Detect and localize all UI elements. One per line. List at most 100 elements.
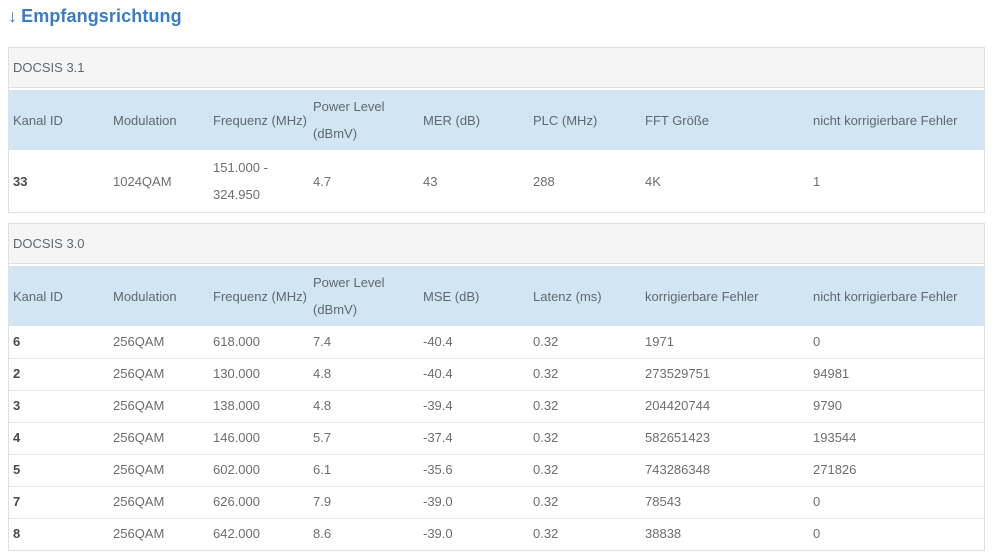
- cell: -40.4: [423, 333, 453, 349]
- cell: -35.6: [423, 462, 453, 477]
- column-header-frequenz: Frequenz (MHz): [209, 90, 309, 150]
- column-header-power-level: Power Level (dBmV): [309, 266, 419, 326]
- cell: 7.4: [313, 333, 332, 349]
- table-header-row: Kanal ID Modulation Frequenz (MHz) Power…: [9, 90, 984, 150]
- cell: 1024QAM: [113, 173, 172, 189]
- docsis31-section: DOCSIS 3.1 Kanal ID Modulation Frequenz …: [8, 47, 985, 213]
- cell: 78543: [645, 494, 682, 509]
- cell: 0: [813, 333, 821, 349]
- column-header-latenz: Latenz (ms): [529, 266, 641, 326]
- cell: 256QAM: [113, 526, 165, 542]
- table-row: 7 256QAM 626.000 7.9 -39.0 0.32 78543 0: [9, 486, 984, 518]
- cell: 271826: [813, 462, 857, 477]
- cell: 256QAM: [113, 494, 165, 509]
- table-row: 5 256QAM 602.000 6.1 -35.6 0.32 743286348 27182…: [9, 454, 984, 486]
- cell: 130.000: [213, 366, 260, 381]
- cell: 602.000: [213, 462, 260, 477]
- cell: 256QAM: [113, 333, 165, 349]
- page-title-label: Empfangsrichtung: [21, 6, 182, 26]
- cell: 0.32: [533, 462, 559, 477]
- cell: 0.32: [533, 526, 559, 542]
- section-header-label: DOCSIS 3.0: [13, 236, 85, 251]
- cell: 6.1: [313, 462, 332, 477]
- cell-kanal-id: 33: [13, 173, 28, 189]
- cell: -39.0: [423, 526, 453, 542]
- cell: 193544: [813, 430, 857, 445]
- table-header-row: Kanal ID Modulation Frequenz (MHz) Power…: [9, 266, 984, 326]
- table-row: 4 256QAM 146.000 5.7 -37.4 0.32 582651423 19354…: [9, 422, 984, 454]
- cell: 43: [423, 173, 438, 189]
- cell: 146.000: [213, 430, 260, 445]
- cell: 151.000 - 324.950: [213, 160, 268, 202]
- cell: 4K: [645, 173, 661, 189]
- column-header-modulation: Modulation: [109, 266, 209, 326]
- docsis31-table: Kanal ID Modulation Frequenz (MHz) Power…: [9, 90, 984, 212]
- section-header-docsis31: DOCSIS 3.1: [9, 48, 984, 88]
- cell: 626.000: [213, 494, 260, 509]
- cell: 9790: [813, 398, 842, 413]
- cell: 618.000: [213, 333, 260, 349]
- table-row: 3 256QAM 138.000 4.8 -39.4 0.32 204420744 9790: [9, 390, 984, 422]
- cell: 4.7: [313, 173, 332, 189]
- table-row: 33 1024QAM 151.000 - 324.950 4.7 43 288 4K 1: [9, 150, 984, 212]
- cell: 8.6: [313, 526, 332, 542]
- column-header-fft-groesse: FFT Größe: [641, 90, 809, 150]
- cell-kanal-id: 3: [13, 398, 21, 413]
- cell: 38838: [645, 526, 682, 542]
- cell: 0.32: [533, 430, 559, 445]
- column-header-mer: MER (dB): [419, 90, 529, 150]
- cell-kanal-id: 8: [13, 526, 21, 542]
- cell: 204420744: [645, 398, 711, 413]
- cell: 4.8: [313, 398, 332, 413]
- cell: 138.000: [213, 398, 260, 413]
- column-header-korrigierbare-fehler: korrigierbare Fehler: [641, 266, 809, 326]
- down-arrow-icon: ↓: [8, 6, 18, 26]
- column-header-plc: PLC (MHz): [529, 90, 641, 150]
- cell: 7.9: [313, 494, 332, 509]
- section-header-label: DOCSIS 3.1: [13, 60, 85, 75]
- cell: 94981: [813, 366, 850, 381]
- docsis30-table: Kanal ID Modulation Frequenz (MHz) Power…: [9, 266, 984, 550]
- cell-kanal-id: 2: [13, 366, 21, 381]
- cell: 256QAM: [113, 430, 165, 445]
- cell: 256QAM: [113, 366, 165, 381]
- cell: 0: [813, 494, 821, 509]
- docsis30-section: DOCSIS 3.0 Kanal ID Modulation Frequenz …: [8, 223, 985, 551]
- cell: 0.32: [533, 398, 559, 413]
- cell: 5.7: [313, 430, 332, 445]
- cell-kanal-id: 7: [13, 494, 21, 509]
- table-row: 6 256QAM 618.000 7.4 -40.4 0.32 1971 0: [9, 326, 984, 358]
- empfangsrichtung-heading[interactable]: ↓ Empfangsrichtung: [8, 7, 991, 25]
- column-header-kanal-id: Kanal ID: [9, 90, 109, 150]
- cell: 1: [813, 173, 821, 189]
- cell: 0: [813, 526, 821, 542]
- cell: 256QAM: [113, 462, 165, 477]
- cell: 0.32: [533, 366, 559, 381]
- cell: 1971: [645, 333, 674, 349]
- cell: 4.8: [313, 366, 332, 381]
- cell: 0.32: [533, 494, 559, 509]
- cell-kanal-id: 6: [13, 333, 21, 349]
- cell-kanal-id: 5: [13, 462, 21, 477]
- column-header-frequenz: Frequenz (MHz): [209, 266, 309, 326]
- column-header-kanal-id: Kanal ID: [9, 266, 109, 326]
- cell: 0.32: [533, 333, 559, 349]
- cell: -39.0: [423, 494, 453, 509]
- table-row: 8 256QAM 642.000 8.6 -39.0 0.32 38838 0: [9, 518, 984, 550]
- cell-kanal-id: 4: [13, 430, 21, 445]
- cell: 743286348: [645, 462, 711, 477]
- column-header-mse: MSE (dB): [419, 266, 529, 326]
- cell: -39.4: [423, 398, 453, 413]
- column-header-modulation: Modulation: [109, 90, 209, 150]
- cell: 642.000: [213, 526, 260, 542]
- column-header-nicht-korrigierbare-fehler: nicht korrigierbare Fehler: [809, 266, 984, 326]
- cell: 273529751: [645, 366, 711, 381]
- cell: 288: [533, 173, 555, 189]
- table-row: 2 256QAM 130.000 4.8 -40.4 0.32 273529751 94981: [9, 358, 984, 390]
- cell: -40.4: [423, 366, 453, 381]
- section-header-docsis30: DOCSIS 3.0: [9, 224, 984, 264]
- cell: 582651423: [645, 430, 711, 445]
- column-header-power-level: Power Level (dBmV): [309, 90, 419, 150]
- cell: 256QAM: [113, 398, 165, 413]
- cell: -37.4: [423, 430, 453, 445]
